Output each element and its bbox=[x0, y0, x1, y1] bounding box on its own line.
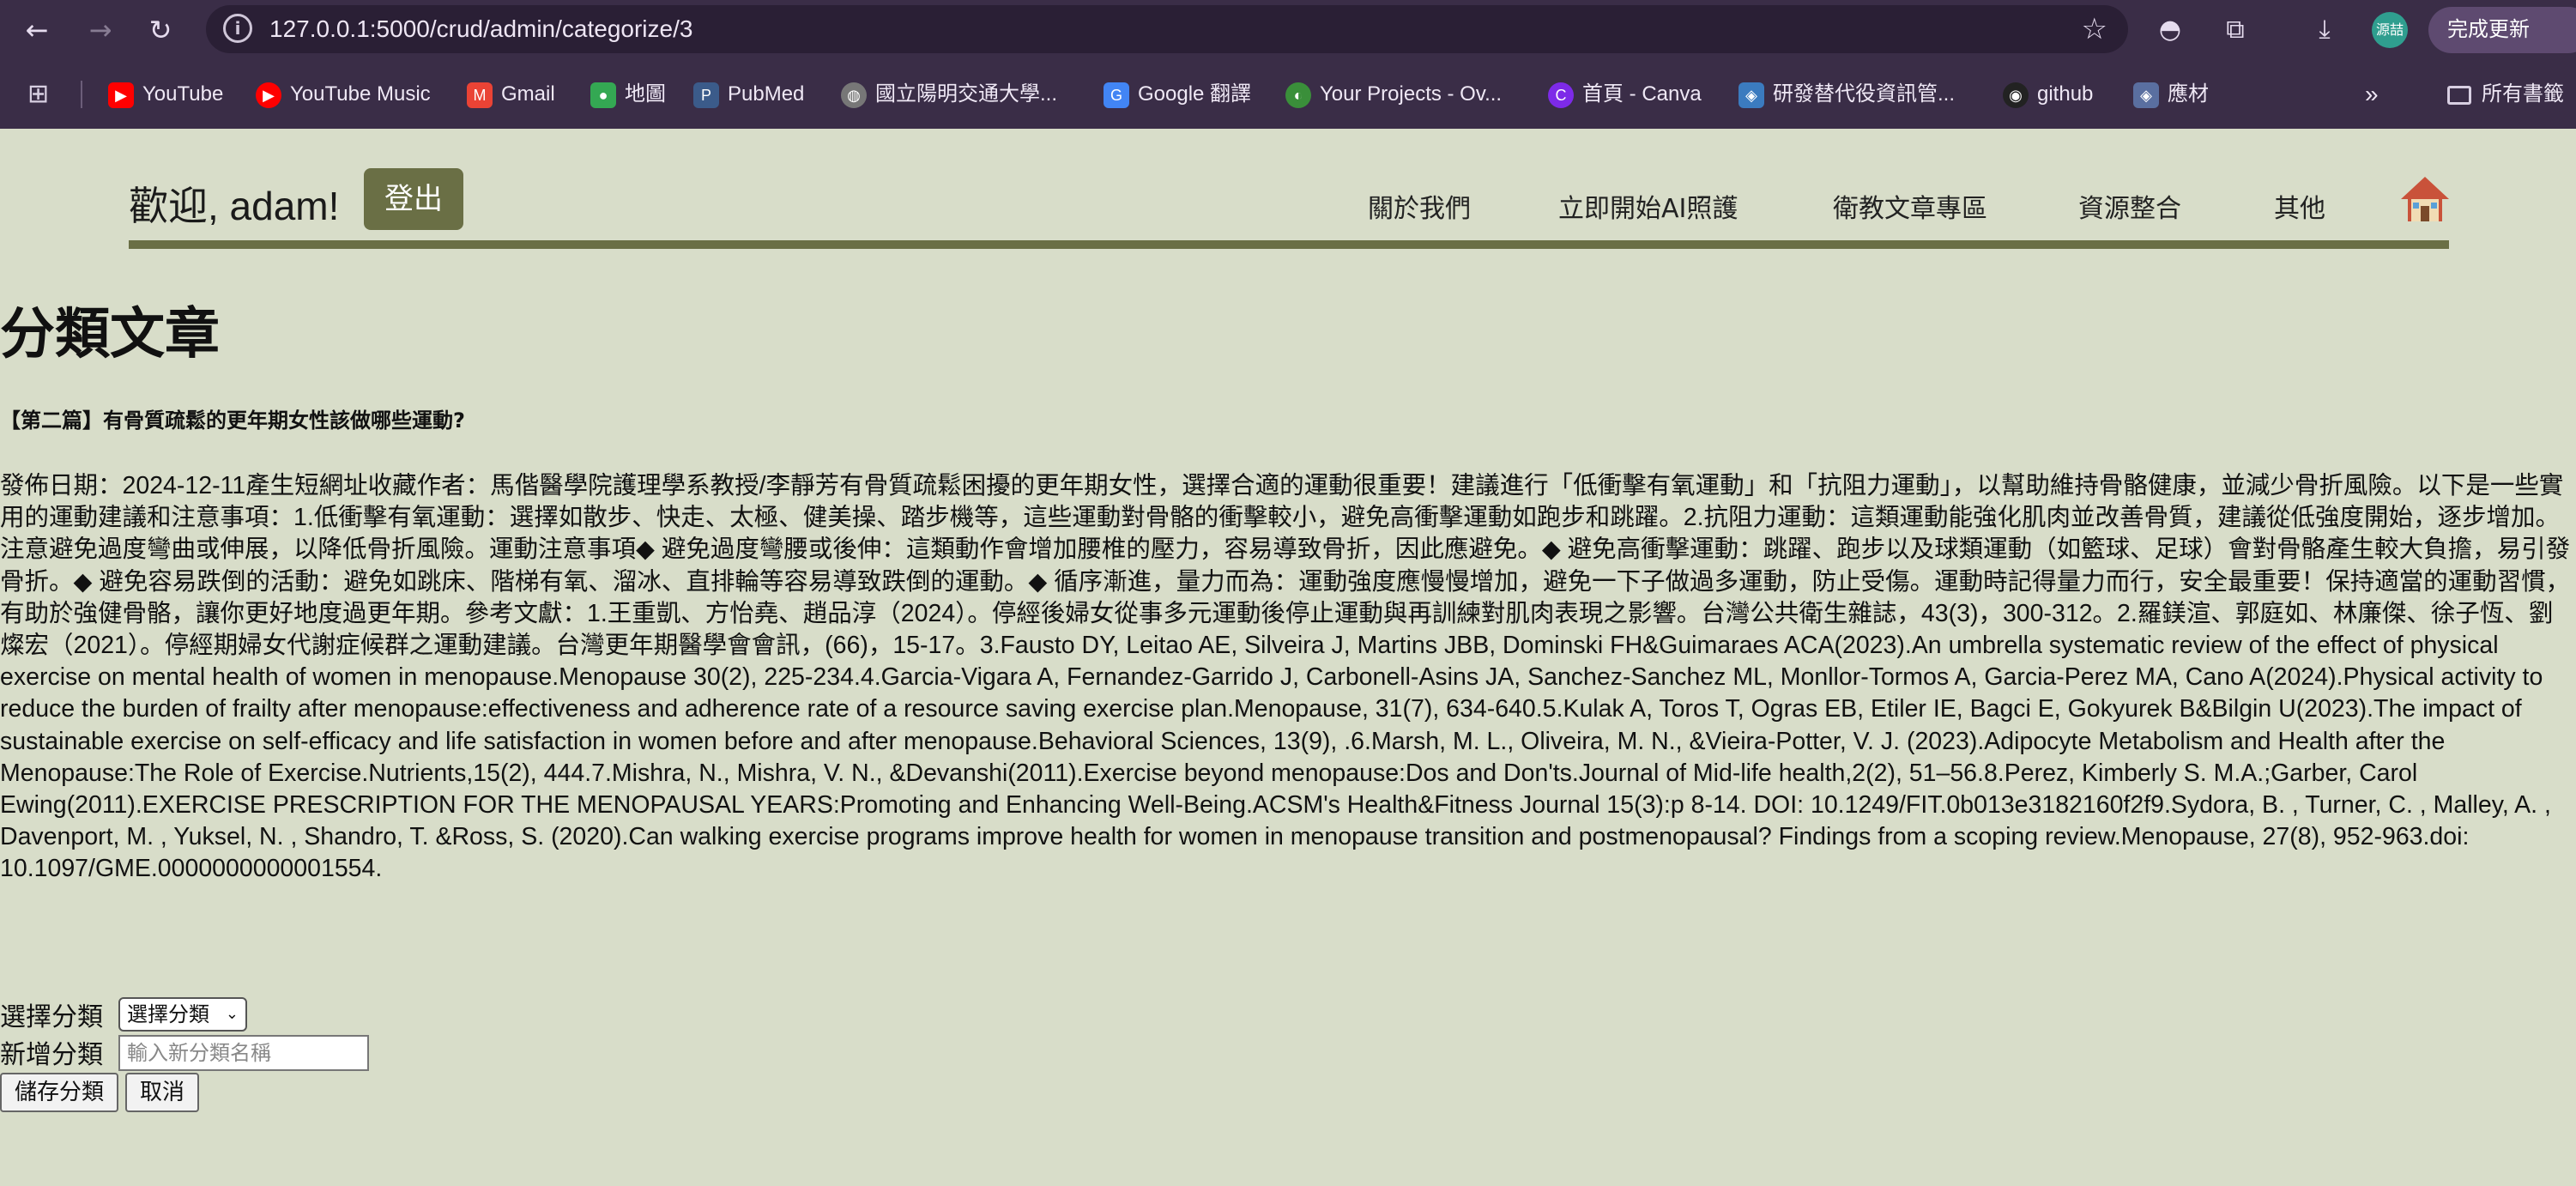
back-icon[interactable]: ← bbox=[17, 10, 57, 50]
gmail-icon: M bbox=[467, 82, 493, 108]
folder-icon bbox=[2447, 85, 2471, 105]
nav-articles[interactable]: 衛教文章專區 bbox=[1833, 187, 1987, 225]
bookmark-item[interactable]: ◉ github bbox=[2003, 77, 2093, 112]
new-category-label: 新增分類 bbox=[0, 1040, 103, 1070]
globe-icon: ◍ bbox=[841, 82, 867, 108]
site-header: 歡迎, adam! 登出 關於我們 立即開始AI照護 衛教文章專區 資源整合 其… bbox=[129, 163, 2449, 249]
more-bookmarks-chevron-icon[interactable]: » bbox=[2365, 77, 2379, 112]
browser-toolbar: ← → ↻ i 127.0.0.1:5000/crud/admin/catego… bbox=[0, 0, 2576, 60]
update-button[interactable]: 完成更新 bbox=[2428, 7, 2576, 53]
save-category-button[interactable]: 儲存分類 bbox=[0, 1073, 118, 1112]
address-url[interactable]: 127.0.0.1:5000/crud/admin/categorize/3 bbox=[269, 5, 692, 53]
canva-icon: C bbox=[1548, 82, 1574, 108]
cancel-button[interactable]: 取消 bbox=[125, 1073, 199, 1112]
youtube-music-icon: ▶ bbox=[256, 82, 281, 108]
new-category-input[interactable]: 輸入新分類名稱 bbox=[118, 1035, 369, 1071]
bookmark-item[interactable]: M Gmail bbox=[467, 77, 555, 112]
select-category-label: 選擇分類 bbox=[0, 1002, 103, 1032]
category-select[interactable]: 選擇分類 ⌄ bbox=[118, 997, 247, 1032]
overleaf-icon: ◐ bbox=[1285, 82, 1311, 108]
bookmark-item[interactable]: ◈ 應材 bbox=[2133, 77, 2209, 112]
header-divider bbox=[129, 240, 2449, 249]
bookmark-item[interactable]: P PubMed bbox=[693, 77, 804, 112]
bookmark-item[interactable]: ◈ 研發替代役資訊管... bbox=[1738, 77, 1955, 112]
bookmark-item[interactable]: ▶ YouTube bbox=[108, 77, 223, 112]
welcome-text: 歡迎, adam! bbox=[129, 184, 340, 228]
bookmark-item[interactable]: ◍ 國立陽明交通大學... bbox=[841, 77, 1057, 112]
site-icon: ◈ bbox=[2133, 82, 2159, 108]
download-icon[interactable]: ⤓ bbox=[2305, 10, 2344, 50]
profile-avatar[interactable]: 源喆 bbox=[2372, 12, 2408, 48]
bookmark-star-icon[interactable]: ☆ bbox=[2082, 10, 2107, 48]
nav-resources[interactable]: 資源整合 bbox=[2078, 187, 2181, 225]
page-title: 分類文章 bbox=[0, 303, 220, 366]
category-select-value: 選擇分類 bbox=[127, 1002, 209, 1026]
reload-icon[interactable]: ↻ bbox=[141, 10, 180, 50]
home-icon[interactable] bbox=[2399, 173, 2451, 225]
site-info-icon[interactable]: i bbox=[223, 14, 252, 43]
bookmark-item[interactable]: C 首頁 - Canva bbox=[1548, 77, 1702, 112]
forward-icon[interactable]: → bbox=[81, 10, 120, 50]
bookmarks-bar: ⊞ ▶ YouTube ▶ YouTube Music M Gmail ● 地圖 P Pu… bbox=[0, 60, 2576, 129]
bookmark-item[interactable]: G Google 翻譯 bbox=[1104, 77, 1251, 112]
chevron-down-icon: ⌄ bbox=[225, 1005, 239, 1023]
translate-icon: G bbox=[1104, 82, 1129, 108]
article-body: 發佈日期：2024-12-11產生短網址收藏作者：馬偕醫學院護理學系教授/李靜芳… bbox=[0, 472, 2571, 883]
nav-other[interactable]: 其他 bbox=[2274, 187, 2325, 225]
bookmark-item[interactable]: ▶ YouTube Music bbox=[256, 77, 431, 112]
article-title: 【第二篇】有骨質疏鬆的更年期女性該做哪些運動? bbox=[0, 408, 465, 433]
github-icon: ◉ bbox=[2003, 82, 2029, 108]
logout-button[interactable]: 登出 bbox=[364, 168, 463, 230]
bookmark-item[interactable]: ◐ Your Projects - Ov... bbox=[1285, 77, 1502, 112]
address-bar[interactable]: i 127.0.0.1:5000/crud/admin/categorize/3… bbox=[206, 5, 2128, 53]
incognito-icon[interactable]: ◓ bbox=[2150, 10, 2190, 50]
pubmed-icon: P bbox=[693, 82, 719, 108]
site-icon: ◈ bbox=[1738, 82, 1764, 108]
all-bookmarks[interactable]: 所有書籤 bbox=[2447, 77, 2564, 112]
bookmarks-divider bbox=[81, 81, 82, 108]
bookmark-item[interactable]: ● 地圖 bbox=[590, 77, 666, 112]
apps-grid-icon[interactable]: ⊞ bbox=[27, 81, 55, 108]
nav-about[interactable]: 關於我們 bbox=[1368, 187, 1471, 225]
maps-icon: ● bbox=[590, 82, 616, 108]
extensions-icon[interactable]: ⧉ bbox=[2216, 10, 2255, 50]
nav-ai-care[interactable]: 立即開始AI照護 bbox=[1558, 187, 1738, 225]
youtube-icon: ▶ bbox=[108, 82, 134, 108]
